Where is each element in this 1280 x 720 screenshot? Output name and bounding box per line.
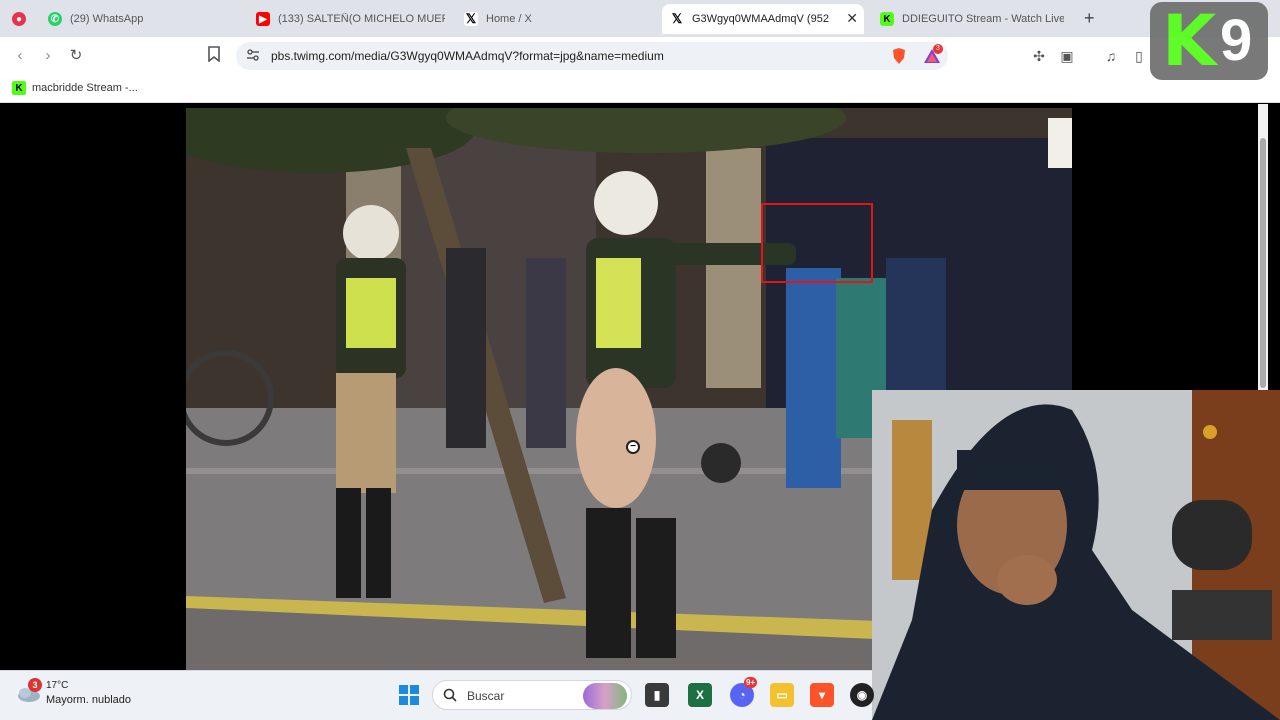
site-settings-icon[interactable] [246,48,260,67]
tab-strip: ● ✆ (29) WhatsApp ▶ (133) SALTEÑ(O MICHE… [0,0,1280,37]
media-icon[interactable]: ♫ [1102,47,1120,65]
weather-description: Mayorm. nublado [46,694,131,706]
brave-browser-icon[interactable]: ▾ [810,683,834,707]
taskbar-search[interactable]: Buscar [432,680,632,710]
kick-icon: K [12,81,26,95]
obs-icon[interactable]: ◉ [850,683,874,707]
terminal-icon[interactable]: ▮ [645,683,669,707]
forward-button[interactable]: › [38,46,58,66]
back-button[interactable]: ‹ [10,46,30,66]
excel-icon[interactable]: X [688,683,712,707]
address-bar[interactable]: pbs.twimg.com/media/G3Wgyq0WMAAdmqV?form… [236,42,948,70]
tab-label: (133) SALTEÑ(O MICHELO MUER [278,13,445,25]
file-explorer-icon[interactable]: ▭ [770,683,794,707]
x-icon: 𝕏 [464,11,478,26]
weather-widget[interactable]: 3 17°C Mayorm. nublado [16,678,131,707]
scrollbar[interactable] [1258,104,1268,394]
tab-whatsapp[interactable]: ✆ (29) WhatsApp [40,4,245,34]
tab-label: Home / X [486,13,532,25]
new-tab-button[interactable]: + [1084,8,1095,29]
webcam-overlay [872,390,1280,720]
kick-icon: K [880,12,894,26]
url-text: pbs.twimg.com/media/G3Wgyq0WMAAdmqV?form… [271,49,664,63]
wallet-icon[interactable]: ▣ [1058,47,1076,65]
webcam-scene [872,390,1280,720]
tab-label: DDIEGUITO Stream - Watch Live [902,13,1064,25]
record-icon: ● [12,12,26,26]
windows-taskbar: 3 17°C Mayorm. nublado Buscar ▮ X ◔ 9+ ▭… [0,670,874,720]
bookmark-icon[interactable] [204,46,224,66]
scrollbar-thumb[interactable] [1260,138,1266,388]
reload-button[interactable]: ↻ [66,46,86,66]
search-placeholder: Buscar [467,689,505,703]
stream-logo-overlay: K 9 [1150,2,1268,80]
tab-youtube[interactable]: ▶ (133) SALTEÑ(O MICHELO MUER [248,4,453,34]
whatsapp-icon: ✆ [48,12,62,26]
rewards-badge: 3 [933,44,943,54]
brave-rewards-icon[interactable]: 3 [923,44,943,70]
extensions-icon[interactable]: ✣ [1030,47,1048,65]
brave-shields-icon[interactable] [891,47,907,70]
x-icon: 𝕏 [670,11,684,26]
close-tab-icon[interactable]: ✕ [846,11,858,25]
tab-home-x[interactable]: 𝕏 Home / X [456,4,656,34]
red-highlight-box [761,203,873,283]
tab-label: (29) WhatsApp [70,13,144,25]
tab-active-image[interactable]: 𝕏 G3Wgyq0WMAAdmqV (952 ✕ [662,4,864,34]
youtube-icon: ▶ [256,12,270,26]
weather-badge: 3 [28,678,42,692]
bookmarks-bar: K macbridde Stream -... [0,75,1280,103]
bookmark-label: macbridde Stream -... [32,82,138,94]
screen: ● ✆ (29) WhatsApp ▶ (133) SALTEÑ(O MICHE… [0,0,1280,720]
windows-start-icon[interactable] [397,683,421,707]
tab-recording[interactable]: ● [4,4,34,34]
cloudy-weather-icon: 3 [16,678,42,704]
temperature: 17°C [46,680,69,691]
sidebar-icon[interactable]: ▯ [1130,47,1148,65]
discord-icon[interactable]: ◔ 9+ [730,677,758,707]
kick-logo-letter: K [1162,0,1217,82]
search-highlight-image [583,683,627,709]
bookmark-item[interactable]: K macbridde Stream -... [12,81,138,95]
browser-toolbar: ‹ › ↻ pbs.twimg.com/media/G3Wgyq0WMAAdmq… [0,37,1280,75]
tab-label: G3Wgyq0WMAAdmqV (952 [692,13,829,25]
search-icon [443,688,457,702]
discord-badge: 9+ [744,677,758,688]
kick-logo-number: 9 [1220,8,1253,73]
zoom-out-cursor-icon: − [626,440,640,454]
tab-kick-stream[interactable]: K DDIEGUITO Stream - Watch Live [872,4,1072,34]
